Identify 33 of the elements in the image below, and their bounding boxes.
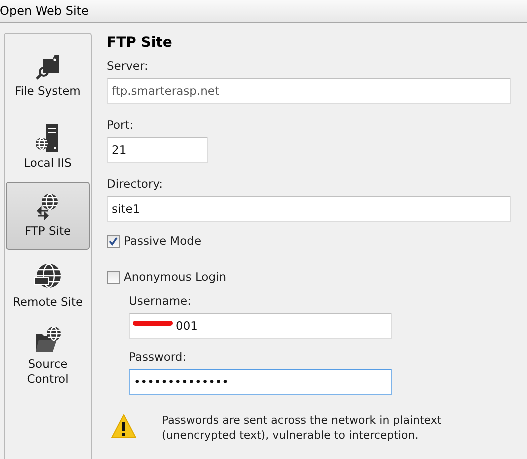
- sidebar-item[interactable]: Remote Site: [6, 250, 90, 321]
- passive-mode-checkbox[interactable]: Passive Mode: [107, 234, 511, 248]
- checkbox-label: Passive Mode: [124, 234, 202, 248]
- sidebar-item-label: Remote Site: [12, 294, 84, 310]
- checkbox[interactable]: [107, 234, 120, 248]
- field-label: Port:: [107, 118, 135, 132]
- checkbox[interactable]: [107, 270, 120, 284]
- anonymous-login-checkbox[interactable]: Anonymous Login: [107, 270, 511, 284]
- sidebar-item[interactable]: Source Control: [6, 321, 90, 392]
- sidebar-item-label: Source Control: [26, 357, 70, 387]
- sidebar-item-label: FTP Site: [24, 224, 72, 239]
- folder-search-icon: [35, 52, 61, 80]
- sidebar-item-label: Local IIS: [24, 156, 72, 170]
- folder-globe-icon: [33, 326, 63, 354]
- window-title: Open Web Site: [0, 4, 89, 18]
- server-globe-icon: [35, 122, 61, 152]
- directory-field[interactable]: site1: [107, 196, 511, 222]
- server-field[interactable]: ftp.smarterasp.net: [107, 78, 511, 104]
- warning-icon: [110, 413, 138, 441]
- password-field[interactable]: ••••••••••••••: [129, 369, 392, 395]
- sidebar-item[interactable]: FTP Site: [6, 182, 90, 250]
- sidebar-item[interactable]: File System: [6, 40, 90, 111]
- checkbox-label: Anonymous Login: [124, 270, 226, 284]
- field-label: Password:: [129, 350, 188, 364]
- field-label: Directory:: [107, 177, 164, 191]
- sidebar-item-label: File System: [15, 84, 81, 98]
- warning-message: Passwords are sent across the network in plaintext (unencrypted text), vulnerable to interception.: [162, 413, 443, 443]
- section-heading: FTP Site: [107, 35, 174, 51]
- username-field[interactable]: 001: [129, 313, 392, 339]
- sidebar-item[interactable]: Local IIS: [6, 111, 90, 182]
- port-field[interactable]: 21: [107, 137, 208, 163]
- field-label: Username:: [129, 294, 192, 308]
- field-label: Server:: [107, 59, 150, 73]
